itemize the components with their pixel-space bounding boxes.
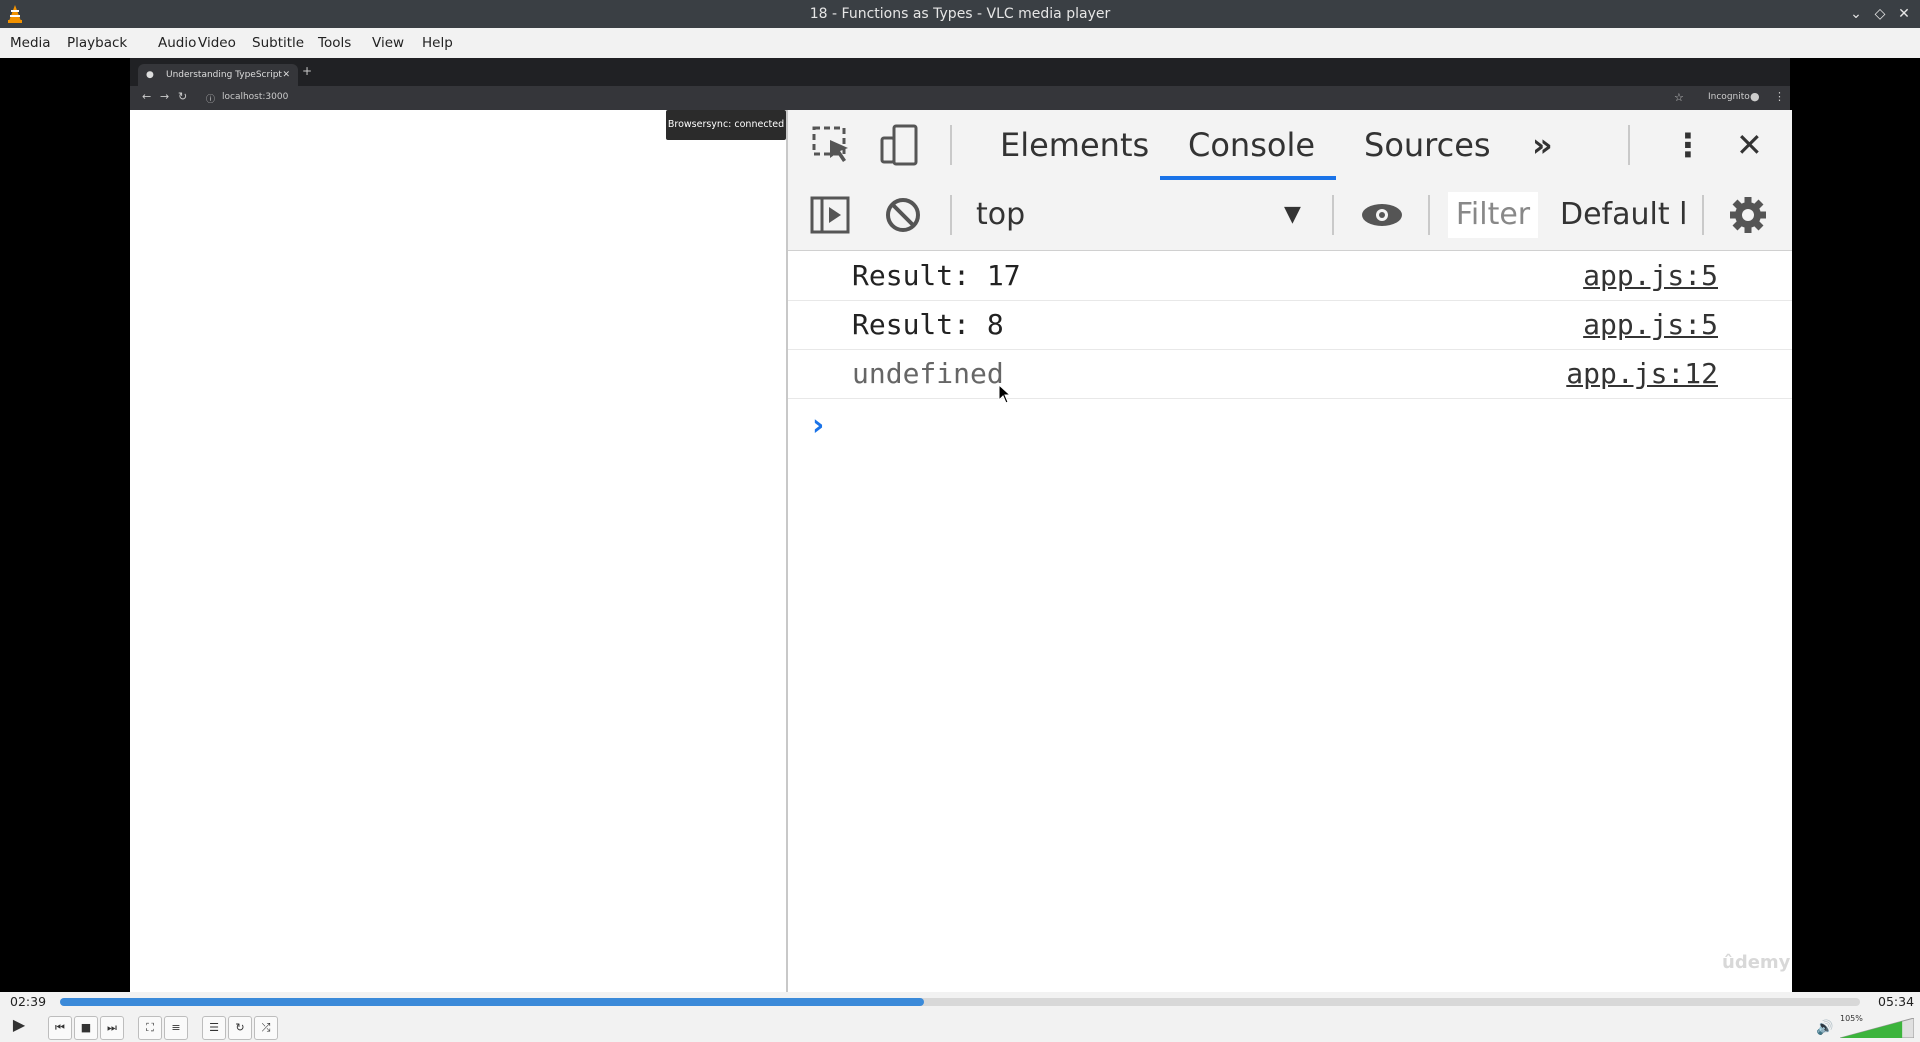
globe-icon: ● <box>146 70 154 80</box>
shuffle-icon[interactable]: ⤮ <box>254 1016 278 1040</box>
seek-slider[interactable] <box>60 998 1860 1006</box>
toolbar-separator <box>950 125 952 165</box>
menu-bar: Media Playback Audio Video Subtitle Tool… <box>0 28 1920 59</box>
browser-url: localhost:3000 <box>222 92 289 102</box>
incognito-icon: ● <box>1750 90 1760 103</box>
console-filter-input[interactable]: Filter <box>1448 192 1538 238</box>
close-icon[interactable]: ✕ <box>1894 4 1914 24</box>
console-return-value: undefined <box>852 357 1004 390</box>
seek-row: 02:39 05:34 <box>0 992 1920 1012</box>
elapsed-time: 02:39 <box>10 994 47 1009</box>
menu-media[interactable]: Media <box>0 28 61 58</box>
volume-speaker-icon[interactable]: 🔊 <box>1816 1020 1833 1036</box>
console-message-text: Result: 17 <box>852 259 1021 292</box>
inspect-element-icon <box>812 126 848 162</box>
controls-bar: ▶ ⏮ ■ ⏭ ⛶ ≡ ☰ ↻ ⤮ 🔊 105% <box>0 1012 1920 1042</box>
playlist-icon[interactable]: ☰ <box>202 1016 226 1040</box>
mouse-cursor-icon <box>998 384 1012 404</box>
browser-page <box>130 110 786 992</box>
console-source-link[interactable]: app.js:5 <box>1583 300 1718 349</box>
toolbar-separator <box>1702 195 1704 235</box>
window-titlebar: 18 - Functions as Types - VLC media play… <box>0 0 1920 28</box>
console-message: Result: 8 app.js:5 <box>788 300 1792 350</box>
console-source-link[interactable]: app.js:5 <box>1583 251 1718 300</box>
back-icon: ← <box>142 90 152 103</box>
browser-tabbar: ● Understanding TypeScript ✕ + <box>130 58 1790 86</box>
console-message: undefined app.js:12 <box>788 349 1792 399</box>
tab-console[interactable]: Console <box>1188 110 1315 180</box>
previous-icon[interactable]: ⏮ <box>48 1016 72 1040</box>
browser-menu-icon: ⋮ <box>1774 90 1785 103</box>
stop-icon[interactable]: ■ <box>74 1016 98 1040</box>
browser-addressbar: ← → ↻ ⓘ localhost:3000 ☆ Incognito ● ⋮ <box>130 86 1790 110</box>
clear-console-icon[interactable] <box>884 196 922 234</box>
live-expression-eye-icon[interactable] <box>1360 202 1404 228</box>
toolbar-separator <box>1628 125 1630 165</box>
tab-close-icon: ✕ <box>282 70 290 80</box>
menu-tools[interactable]: Tools <box>308 28 361 58</box>
menu-view[interactable]: View <box>362 28 414 58</box>
devtools-tabbar: Elements Console Sources » ⋮ ✕ <box>788 110 1792 181</box>
console-prompt-chevron-icon[interactable]: › <box>812 408 824 443</box>
devtools-close-icon[interactable]: ✕ <box>1736 110 1763 180</box>
tab-elements[interactable]: Elements <box>1000 110 1149 180</box>
seek-progress-fill <box>60 998 924 1006</box>
minimize-icon[interactable]: ⌄ <box>1846 4 1866 24</box>
video-area[interactable]: ● Understanding TypeScript ✕ + ← → ↻ ⓘ l… <box>0 58 1920 992</box>
browser-tab-title: Understanding TypeScript <box>166 70 282 80</box>
console-message: Result: 17 app.js:5 <box>788 251 1792 301</box>
next-icon[interactable]: ⏭ <box>100 1016 124 1040</box>
console-message-text: Result: 8 <box>852 308 1004 341</box>
console-toolbar: top ▼ Filter Default l <box>788 180 1792 251</box>
udemy-watermark: ûdemy <box>1722 952 1791 973</box>
loop-icon[interactable]: ↻ <box>228 1016 252 1040</box>
reload-icon: ↻ <box>178 90 188 103</box>
menu-help[interactable]: Help <box>412 28 463 58</box>
forward-icon: → <box>160 90 170 103</box>
log-levels-dropdown[interactable]: Default l <box>1560 180 1688 250</box>
volume-wedge <box>1840 1018 1914 1038</box>
star-icon: ☆ <box>1674 91 1684 104</box>
settings-gear-icon[interactable] <box>1728 195 1768 235</box>
context-dropdown-icon[interactable]: ▼ <box>1284 180 1301 250</box>
context-selector[interactable]: top <box>976 180 1025 250</box>
browsersync-tooltip: Browsersync: connected <box>666 110 786 140</box>
play-icon[interactable]: ▶ <box>6 1014 32 1040</box>
volume-slider[interactable]: 105% <box>1840 1014 1914 1038</box>
incognito-label: Incognito <box>1708 92 1750 102</box>
sidebar-toggle-icon[interactable] <box>810 196 850 234</box>
fullscreen-icon[interactable]: ⛶ <box>138 1016 162 1040</box>
maximize-icon[interactable]: ◇ <box>1870 4 1890 24</box>
menu-video[interactable]: Video <box>188 28 246 58</box>
total-time: 05:34 <box>1878 994 1915 1009</box>
toolbar-separator <box>1332 195 1334 235</box>
window-title: 18 - Functions as Types - VLC media play… <box>809 6 1111 22</box>
tab-sources[interactable]: Sources <box>1364 110 1491 180</box>
devtools-panel: Elements Console Sources » ⋮ ✕ top ▼ Fil… <box>786 110 1792 992</box>
toolbar-separator <box>1428 195 1430 235</box>
toolbar-separator <box>950 195 952 235</box>
menu-subtitle[interactable]: Subtitle <box>242 28 314 58</box>
menu-playback[interactable]: Playback <box>57 28 137 58</box>
device-toggle-icon <box>880 124 918 166</box>
info-icon: ⓘ <box>206 95 216 105</box>
browser-tab: ● Understanding TypeScript ✕ <box>138 64 298 86</box>
new-tab-icon: + <box>302 64 313 78</box>
more-tabs-icon[interactable]: » <box>1532 110 1553 180</box>
console-source-link[interactable]: app.js:12 <box>1566 349 1718 398</box>
extended-settings-icon[interactable]: ≡ <box>164 1016 188 1040</box>
devtools-menu-icon[interactable]: ⋮ <box>1672 110 1704 180</box>
